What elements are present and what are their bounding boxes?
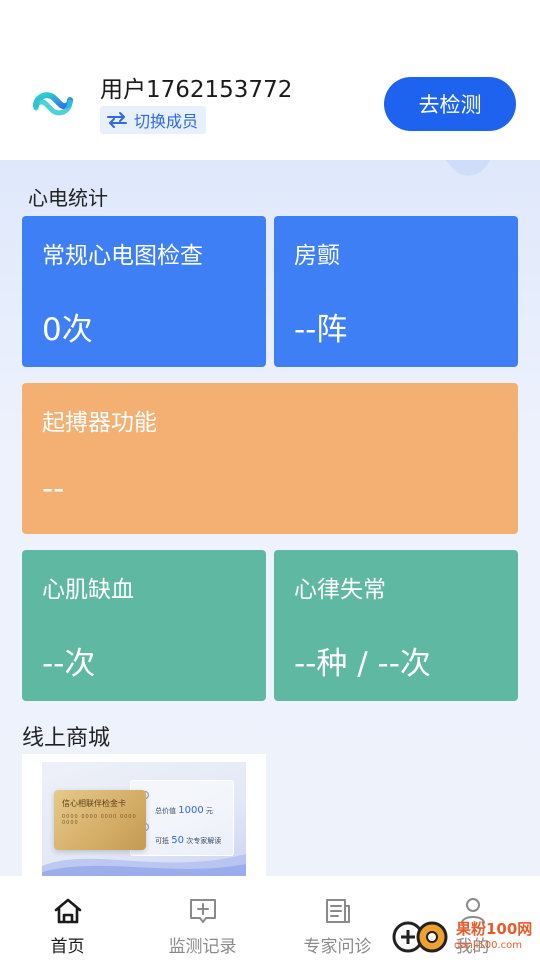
switch-arrows-icon bbox=[107, 112, 127, 128]
tab-expert-consult[interactable]: 专家问诊 bbox=[270, 876, 405, 960]
card-title: 常规心电图检查 bbox=[42, 243, 203, 269]
app-logo-icon bbox=[33, 92, 73, 116]
total-value-line: 总价值 1000 元 bbox=[155, 805, 213, 816]
tab-monitor-records[interactable]: 监测记录 bbox=[135, 876, 270, 960]
watermark-url: danji100.com bbox=[454, 940, 522, 951]
card-atrial-fibrillation[interactable]: 房颤 --阵 bbox=[274, 216, 518, 367]
shop-title: 线上商城 bbox=[22, 726, 111, 751]
ecg-stats-title: 心电统计 bbox=[28, 186, 108, 210]
watermark-logo-icon bbox=[392, 921, 448, 953]
home-icon bbox=[54, 898, 81, 924]
card-title: 起搏器功能 bbox=[42, 410, 157, 436]
detect-button[interactable]: 去检测 bbox=[384, 77, 516, 131]
tab-label: 专家问诊 bbox=[303, 937, 372, 957]
card-title: 心律失常 bbox=[294, 577, 386, 603]
product-image: 总价值 1000 元 可抵 50 次专家解读 信心相联伴检金卡 0000 000… bbox=[42, 762, 246, 876]
tab-label: 监测记录 bbox=[168, 937, 237, 957]
gold-member-card: 信心相联伴检金卡 0000 0000 0000 0000 0000 bbox=[54, 790, 146, 850]
product-card[interactable]: 总价值 1000 元 可抵 50 次专家解读 信心相联伴检金卡 0000 000… bbox=[22, 754, 266, 876]
site-watermark: 果粉100网 danji100.com bbox=[390, 912, 540, 960]
card-value: -- bbox=[42, 471, 65, 507]
card-title: 房颤 bbox=[294, 243, 340, 269]
switch-member-button[interactable]: 切换成员 bbox=[100, 106, 207, 134]
expert-consult-icon bbox=[325, 899, 350, 923]
switch-member-label: 切换成员 bbox=[134, 112, 199, 131]
decorative-wave bbox=[42, 854, 246, 876]
watermark-brand: 果粉100网 bbox=[456, 920, 533, 938]
card-value: 0次 bbox=[42, 312, 93, 348]
card-myocardial-ischemia[interactable]: 心肌缺血 --次 bbox=[22, 550, 266, 701]
card-arrhythmia[interactable]: 心律失常 --种 / --次 bbox=[274, 550, 518, 701]
monitor-record-icon bbox=[189, 899, 216, 923]
main-content: 心电统计 常规心电图检查 0次 房颤 --阵 起搏器功能 -- 心肌缺血 --次… bbox=[0, 160, 540, 876]
gold-card-title: 信心相联伴检金卡 bbox=[62, 799, 126, 808]
tab-label: 首页 bbox=[50, 937, 85, 957]
gold-card-number: 0000 0000 0000 0000 0000 bbox=[62, 814, 137, 826]
card-routine-ecg[interactable]: 常规心电图检查 0次 bbox=[22, 216, 266, 367]
offset-line: 可抵 50 次专家解读 bbox=[155, 835, 222, 846]
card-title: 心肌缺血 bbox=[42, 577, 134, 603]
card-value: --阵 bbox=[294, 312, 348, 348]
card-value: --次 bbox=[42, 646, 96, 682]
card-pacemaker-function[interactable]: 起搏器功能 -- bbox=[22, 383, 518, 534]
app-header: 用户1762153772 切换成员 去检测 bbox=[0, 0, 540, 160]
decorative-heart-graphic bbox=[445, 160, 490, 176]
card-value: --种 / --次 bbox=[294, 646, 431, 682]
username-label: 用户1762153772 bbox=[100, 77, 293, 103]
tab-home[interactable]: 首页 bbox=[0, 876, 135, 960]
